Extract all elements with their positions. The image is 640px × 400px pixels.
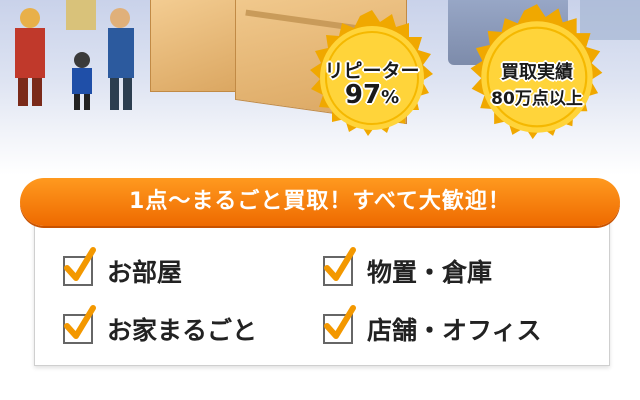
- checklist-item: お部屋: [63, 247, 183, 289]
- checkbox-checked-icon: [63, 247, 96, 286]
- purchase-record-badge: 買取実績 80万点以上: [462, 2, 612, 152]
- repeater-badge: リピーター 97%: [302, 8, 442, 148]
- checklist-label: お家まるごと: [107, 316, 258, 345]
- checklist-item: お家まるごと: [63, 305, 258, 347]
- checklist-label: 物置・倉庫: [367, 258, 493, 287]
- checkbox-checked-icon: [323, 247, 356, 286]
- headline-banner: 1点～まるごと買取！すべて大歓迎！: [20, 178, 620, 226]
- checklist-panel: お部屋 物置・倉庫 お家まるごと 店舗・オフィス: [34, 204, 610, 366]
- badge-value: 97: [344, 80, 382, 110]
- badge-line2: 97%: [302, 80, 442, 110]
- checklist-label: お部屋: [107, 258, 183, 287]
- checkbox-checked-icon: [323, 305, 356, 344]
- badge-line2: 80万点以上: [491, 89, 583, 109]
- badge-line1: リピーター: [324, 60, 420, 82]
- hero-banner: リピーター 97% 買取実績 80万点以上: [0, 0, 640, 175]
- checklist-item: 店舗・オフィス: [323, 305, 542, 347]
- checkbox-checked-icon: [63, 305, 96, 344]
- checklist-item: 物置・倉庫: [323, 247, 493, 289]
- badge-unit: %: [381, 87, 400, 108]
- badge-line1: 買取実績: [501, 62, 573, 83]
- toy-figures-image: [15, 0, 134, 110]
- checklist-label: 店舗・オフィス: [367, 316, 542, 345]
